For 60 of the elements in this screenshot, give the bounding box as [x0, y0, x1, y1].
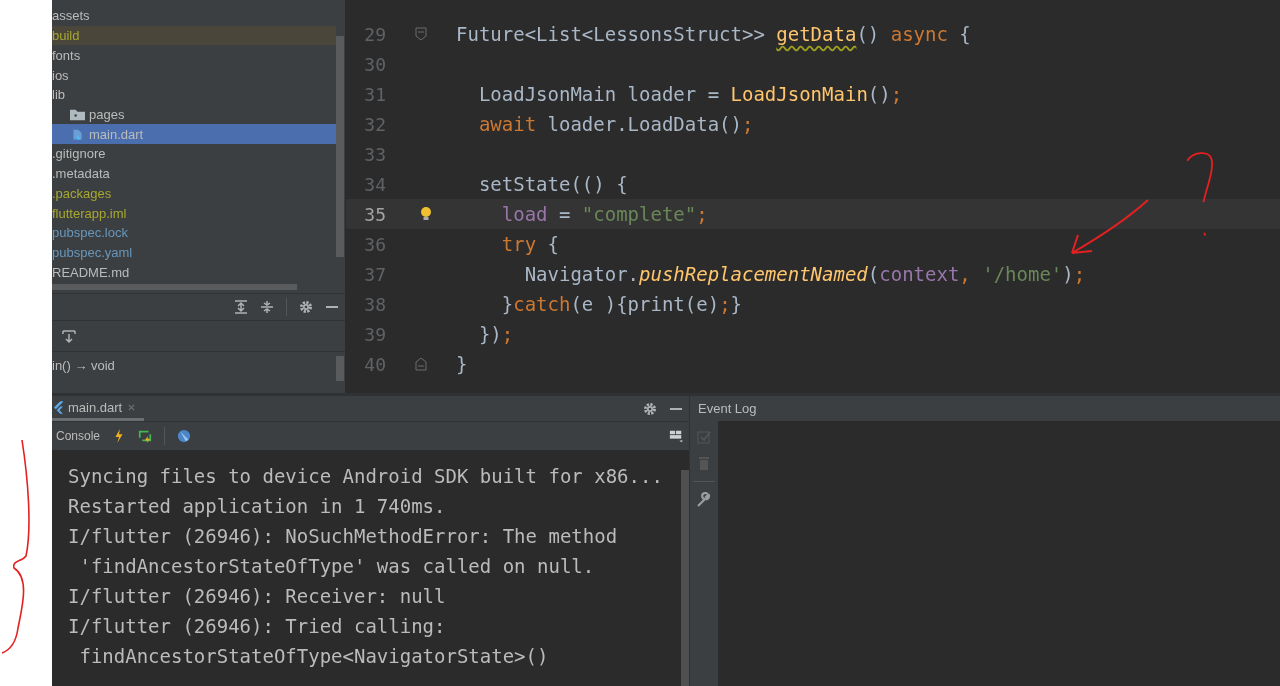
tree-item[interactable]: pubspec.yaml — [52, 242, 336, 263]
tree-item[interactable]: .metadata — [52, 163, 336, 184]
collapse-all-icon[interactable] — [260, 300, 274, 314]
line-number: 39 — [363, 323, 386, 345]
line-number: 38 — [363, 293, 386, 315]
scrollbar[interactable] — [52, 284, 297, 290]
layout-icon[interactable] — [669, 429, 683, 443]
lightbulb-icon[interactable] — [420, 206, 432, 222]
tree-item[interactable]: lib — [52, 84, 336, 105]
structure-item[interactable]: in() → void — [52, 358, 115, 373]
console-line: 'findAncestorStateOfType' was called on null. — [78, 554, 596, 579]
line-number: 33 — [363, 143, 386, 165]
line-number: 34 — [363, 173, 386, 195]
tree-item[interactable]: assets — [52, 6, 336, 26]
scrollbar[interactable] — [681, 470, 689, 686]
line-number: 29 — [363, 23, 386, 45]
code-line: Navigator.pushReplacementNamed(context, '/home'); — [523, 263, 1086, 285]
console-tab[interactable]: Console — [56, 429, 101, 443]
code-line: await loader.LoadData(); — [477, 113, 754, 135]
line-number: 30 — [363, 53, 386, 75]
code-line: Future<List<LessonsStruct>> getData() async { — [456, 23, 971, 45]
panel-title: Event Log — [698, 401, 757, 416]
tree-item[interactable]: pages — [52, 104, 336, 125]
checkbox-icon[interactable] — [696, 429, 712, 445]
code-line: setState(() { — [477, 173, 628, 195]
code-line: } — [456, 353, 468, 375]
tree-item[interactable]: README.md — [52, 262, 336, 283]
wrench-icon[interactable] — [696, 492, 712, 508]
code-line: load = "complete"; — [500, 203, 708, 225]
line-number: 31 — [363, 83, 386, 105]
tree-item[interactable]: .packages — [52, 183, 336, 204]
console-line: findAncestorStateOfType<NavigatorState>() — [78, 644, 550, 669]
scrollbar[interactable] — [336, 356, 344, 381]
tree-item[interactable]: fonts — [52, 45, 336, 66]
settings-icon[interactable] — [643, 401, 657, 416]
line-number: 40 — [363, 353, 386, 375]
console-line: Restarted application in 1 740ms. — [68, 494, 447, 519]
console-line: Syncing files to device Android SDK built for x86... — [68, 464, 664, 489]
tree-item[interactable]: .gitignore — [52, 144, 336, 164]
line-number: 37 — [363, 263, 386, 285]
line-number: 36 — [363, 233, 386, 255]
tree-item[interactable]: ios — [52, 65, 336, 85]
code-line: }catch(e ){print(e);} — [500, 293, 743, 315]
tree-item[interactable]: pubspec.lock — [52, 222, 336, 243]
console-line: I/flutter (26946): Tried calling: — [68, 614, 447, 639]
tree-item[interactable]: flutterapp.iml — [52, 203, 336, 223]
console-line: I/flutter (26946): Receiver: null — [68, 584, 447, 609]
reload-icon[interactable] — [138, 429, 153, 443]
settings-icon[interactable] — [299, 300, 313, 314]
line-number: 35 — [363, 203, 386, 225]
code-line: }); — [477, 323, 514, 345]
console-line: I/flutter (26946): NoSuchMethodError: The method — [68, 524, 619, 549]
tree-item[interactable]: build — [52, 25, 336, 46]
code-line: LoadJsonMain loader = LoadJsonMain(); — [477, 83, 903, 105]
expand-all-icon[interactable] — [234, 300, 248, 314]
code-line: try { — [500, 233, 559, 255]
scrollbar[interactable] — [336, 36, 344, 257]
download-icon[interactable] — [62, 329, 76, 343]
folder-icon — [70, 107, 85, 121]
line-number: 32 — [363, 113, 386, 135]
